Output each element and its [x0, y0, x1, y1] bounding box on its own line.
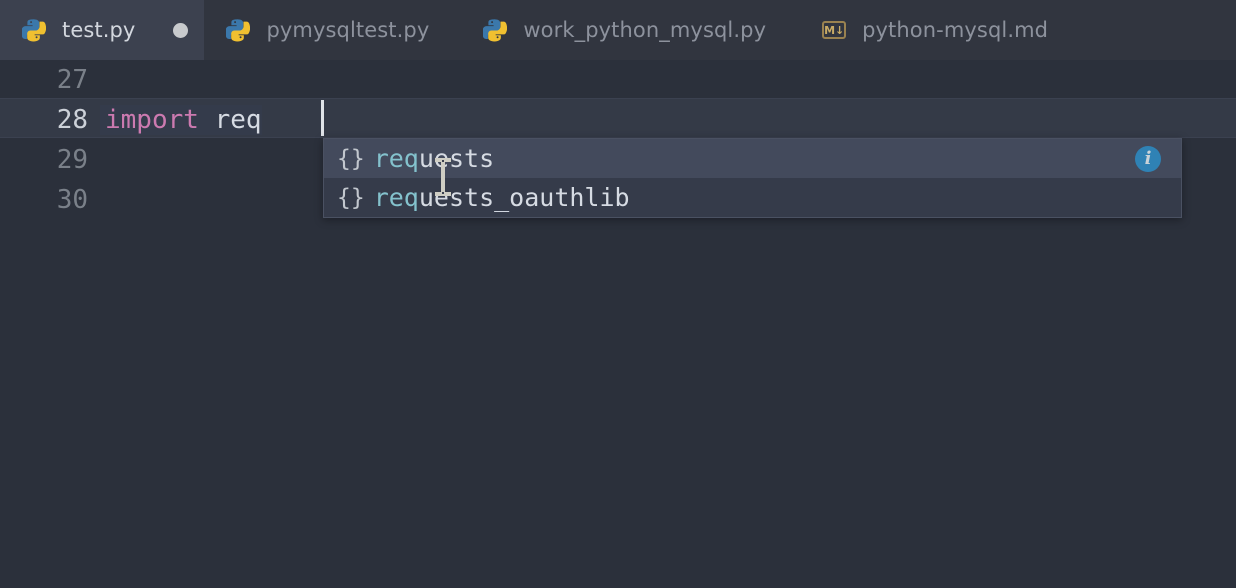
autocomplete-match-text: req	[373, 144, 419, 173]
autocomplete-rest-text: uests	[418, 144, 495, 173]
tab-pymysqltest-py[interactable]: pymysqltest.py	[204, 0, 446, 60]
editor-tab-bar: test.py pymysqltest.py work_python_mysql…	[0, 0, 1236, 60]
tab-label: python-mysql.md	[862, 18, 1049, 42]
tab-label: pymysqltest.py	[266, 18, 430, 42]
line-number: 29	[56, 145, 88, 175]
autocomplete-rest-text: uests_oauthlib	[418, 183, 630, 212]
markdown-file-icon: M↓	[822, 18, 847, 42]
code-editor-area[interactable]: 27 28 import req 29 30 {} req uests i {}…	[0, 60, 1236, 588]
line-content: import req	[100, 105, 262, 135]
tab-modified-indicator[interactable]	[173, 22, 189, 38]
code-line-28[interactable]: 28 import req	[0, 100, 1236, 140]
autocomplete-match-text: req	[373, 183, 419, 212]
line-number: 28	[56, 105, 88, 135]
module-braces-icon: {}	[337, 145, 365, 172]
autocomplete-item-requests[interactable]: {} req uests i	[324, 139, 1181, 178]
python-file-icon	[483, 18, 508, 42]
autocomplete-popup[interactable]: {} req uests i {} req uests_oauthlib	[323, 138, 1182, 218]
python-file-icon	[226, 18, 251, 42]
line-number: 30	[56, 185, 88, 215]
tab-label: work_python_mysql.py	[523, 18, 767, 42]
tab-work-python-mysql-py[interactable]: work_python_mysql.py	[445, 0, 783, 60]
tab-python-mysql-md[interactable]: M↓ python-mysql.md	[782, 0, 1065, 60]
markdown-icon-label: M↓	[822, 21, 847, 39]
info-icon[interactable]: i	[1135, 145, 1161, 172]
python-file-icon	[22, 18, 46, 42]
token-keyword-import: import	[105, 105, 199, 135]
autocomplete-item-requests-oauthlib[interactable]: {} req uests_oauthlib	[324, 178, 1181, 217]
code-line-27[interactable]: 27	[0, 60, 1236, 100]
tab-test-py[interactable]: test.py	[0, 0, 205, 60]
text-caret	[321, 100, 324, 136]
module-braces-icon: {}	[337, 184, 365, 211]
line-number: 27	[56, 65, 88, 95]
tab-label: test.py	[62, 18, 136, 42]
token-identifier-req: req	[214, 105, 262, 135]
